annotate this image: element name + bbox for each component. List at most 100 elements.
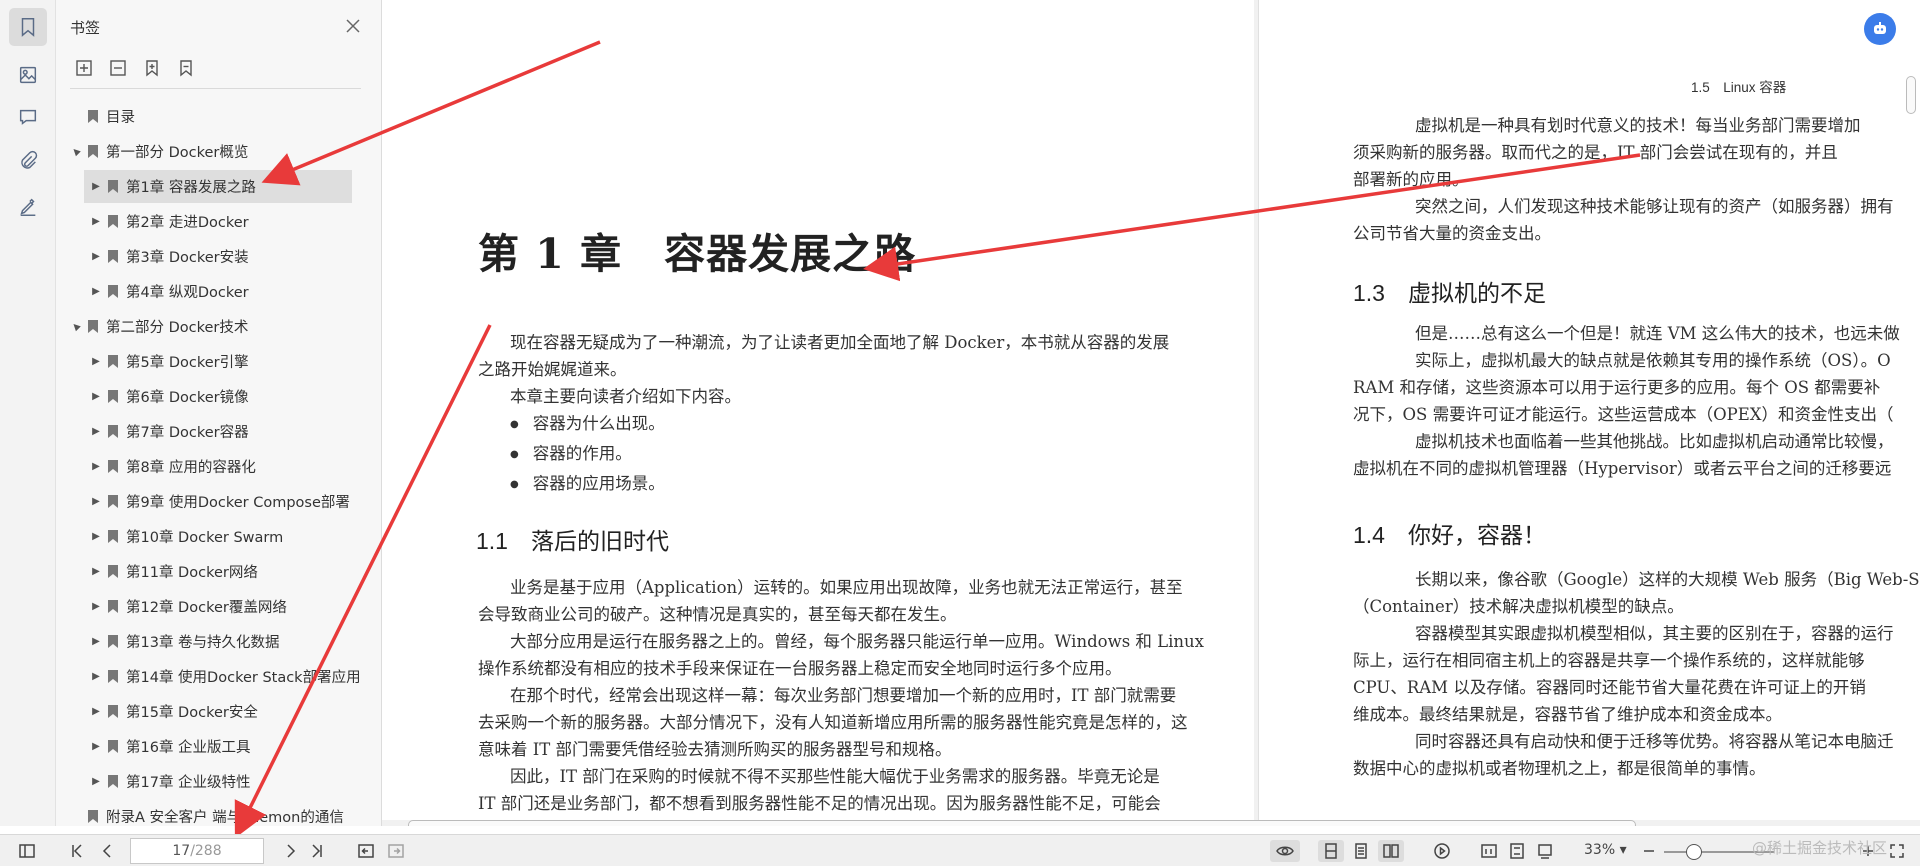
bookmark-item[interactable]: ▶ 第14章 使用Docker Stack部署应用 <box>56 660 368 693</box>
collapse-icon[interactable]: ▲ <box>69 144 84 159</box>
paragraph: 数据中心的虚拟机或者物理机之上，都是很简单的事情。 <box>1353 759 1766 778</box>
expand-icon[interactable]: ▶ <box>90 391 102 402</box>
paragraph: 虚拟机在不同的虚拟机管理器（Hypervisor）或者云平台之间的迁移要远 <box>1353 459 1892 478</box>
bookmark-label: 第17章 企业级特性 <box>126 775 251 791</box>
first-page-icon[interactable] <box>66 840 88 862</box>
bookmark-item[interactable]: ▶ 第16章 企业版工具 <box>56 730 368 763</box>
close-icon[interactable] <box>341 14 365 38</box>
expand-all-icon[interactable] <box>74 58 94 78</box>
bookmark-label: 第1章 容器发展之路 <box>126 180 256 196</box>
bookmark-item[interactable]: ▶ 第3章 Docker安装 <box>56 240 368 273</box>
bullet-list: 容器为什么出现。 容器的作用。 容器的应用场景。 <box>510 410 665 500</box>
section-heading: 1.4 你好，容器！ <box>1353 522 1546 548</box>
attachment-icon[interactable] <box>9 142 47 180</box>
bookmark-icon <box>108 285 118 298</box>
fit-page-icon[interactable] <box>1506 840 1528 862</box>
bookmark-icon <box>88 145 98 158</box>
last-page-icon[interactable] <box>306 840 328 862</box>
bookmark-item[interactable]: ▶ 第6章 Docker镜像 <box>56 380 368 413</box>
signature-icon[interactable] <box>9 188 47 226</box>
expand-icon[interactable]: ▶ <box>90 426 102 437</box>
expand-icon[interactable]: ▶ <box>90 356 102 367</box>
expand-icon[interactable]: ▶ <box>90 496 102 507</box>
expand-icon[interactable]: ▶ <box>90 216 102 227</box>
running-head: 1.5 Linux 容器 <box>1691 80 1787 95</box>
delete-bookmark-icon[interactable] <box>176 58 196 78</box>
paragraph: IT 部门还是业务部门，都不想看到服务器性能不足的情况出现。因为服务器性能不足，… <box>478 794 1161 813</box>
bookmark-section[interactable]: ▲ 第二部分 Docker技术 <box>56 310 368 343</box>
vertical-scrollbar[interactable] <box>1904 0 1920 820</box>
zoom-slider-handle[interactable] <box>1686 844 1702 860</box>
expand-icon[interactable]: ▶ <box>90 251 102 262</box>
expand-icon[interactable]: ▶ <box>90 461 102 472</box>
expand-icon[interactable]: ▶ <box>90 566 102 577</box>
continuous-icon[interactable] <box>1350 840 1372 862</box>
bookmark-item[interactable]: ▶ 第17章 企业级特性 <box>56 765 368 798</box>
bookmark-item[interactable]: ▶ 第13章 卷与持久化数据 <box>56 625 368 658</box>
bookmark-icon <box>108 425 118 438</box>
bookmark-item[interactable]: ▶ 第4章 纵观Docker <box>56 275 368 308</box>
bookmark-item[interactable]: ▶ 第12章 Docker覆盖网络 <box>56 590 368 623</box>
two-page-icon[interactable] <box>1378 840 1404 862</box>
bookmark-icon <box>108 460 118 473</box>
bookmark-label: 第3章 Docker安装 <box>126 250 249 266</box>
bookmark-item[interactable]: ▶ 第8章 应用的容器化 <box>56 450 368 483</box>
scrollbar-thumb[interactable] <box>1906 76 1916 114</box>
bookmark-item[interactable]: ▶ 第15章 Docker安全 <box>56 695 368 728</box>
paragraph: 会导致商业公司的破产。这种情况是真实的，甚至每天都在发生。 <box>478 605 957 624</box>
expand-icon[interactable]: ▶ <box>90 776 102 787</box>
expand-icon[interactable]: ▶ <box>90 671 102 682</box>
expand-icon[interactable]: ▶ <box>90 706 102 717</box>
zoom-level[interactable]: 33% ▾ <box>1584 842 1627 858</box>
bookmark-panel-icon[interactable] <box>9 8 47 46</box>
fit-width-icon[interactable] <box>1534 840 1556 862</box>
bookmark-item[interactable]: ▶ 第7章 Docker容器 <box>56 415 368 448</box>
thumbnail-icon[interactable] <box>9 56 47 94</box>
bookmark-icon <box>108 670 118 683</box>
bookmark-section[interactable]: 附录A 安全客户 端与daemon的通信 <box>56 800 368 833</box>
bookmark-section[interactable]: ▲ 第一部分 Docker概览 <box>56 135 368 168</box>
expand-icon[interactable]: ▶ <box>90 181 102 192</box>
bookmark-item[interactable]: ▶ 第2章 走进Docker <box>56 205 368 238</box>
bottom-toolbar: 17/288 33% ▾ <box>0 834 1920 866</box>
bookmark-section[interactable]: 目录 <box>56 100 368 133</box>
comment-icon[interactable] <box>9 98 47 136</box>
paragraph: 业务是基于应用（Application）运转的。如果应用出现故障，业务也就无法正… <box>510 578 1183 597</box>
assistant-badge-icon[interactable] <box>1864 13 1896 45</box>
bookmark-item[interactable]: ▶ 第5章 Docker引擎 <box>56 345 368 378</box>
back-icon[interactable] <box>354 840 378 862</box>
single-page-icon[interactable] <box>1318 840 1344 862</box>
fullscreen-icon[interactable] <box>1886 840 1908 862</box>
zoom-out-icon[interactable] <box>1640 840 1658 862</box>
bookmark-icon <box>108 705 118 718</box>
collapse-all-icon[interactable] <box>108 58 128 78</box>
scrollbar-thumb[interactable] <box>408 820 1636 826</box>
bookmark-icon <box>108 250 118 263</box>
actual-size-icon[interactable] <box>1478 840 1500 862</box>
expand-icon[interactable]: ▶ <box>90 531 102 542</box>
bookmark-item[interactable]: ▶ 第10章 Docker Swarm <box>56 520 368 553</box>
forward-icon[interactable] <box>384 840 408 862</box>
page-number-input[interactable]: 17/288 <box>130 838 264 864</box>
sidebar-toggle-icon[interactable] <box>14 840 40 862</box>
prev-page-icon[interactable] <box>96 840 118 862</box>
collapse-icon[interactable]: ▲ <box>69 319 84 334</box>
horizontal-scrollbar[interactable] <box>408 818 1636 826</box>
expand-icon[interactable]: ▶ <box>90 286 102 297</box>
paragraph: 容器模型其实跟虚拟机模型相似，其主要的区别在于，容器的运行 <box>1415 624 1894 643</box>
expand-icon[interactable]: ▶ <box>90 636 102 647</box>
paragraph: 虚拟机技术也面临着一些其他挑战。比如虚拟机启动通常比较慢， <box>1415 432 1894 451</box>
paragraph: 公司节省大量的资金支出。 <box>1353 224 1551 243</box>
bookmark-item[interactable]: ▶ 第11章 Docker网络 <box>56 555 368 588</box>
play-icon[interactable] <box>1430 840 1454 862</box>
bookmark-icon <box>108 740 118 753</box>
bookmark-item[interactable]: ▶ 第9章 使用Docker Compose部署 <box>56 485 368 518</box>
eye-care-icon[interactable] <box>1270 840 1300 862</box>
paragraph: 同时容器还具有启动快和便于迁移等优势。将容器从笔记本电脑迁 <box>1415 732 1894 751</box>
next-page-icon[interactable] <box>280 840 302 862</box>
bookmark-label: 第15章 Docker安全 <box>126 705 258 721</box>
bookmark-item[interactable]: ▶ 第1章 容器发展之路 <box>84 170 352 203</box>
add-bookmark-icon[interactable] <box>142 58 162 78</box>
expand-icon[interactable]: ▶ <box>90 741 102 752</box>
expand-icon[interactable]: ▶ <box>90 601 102 612</box>
